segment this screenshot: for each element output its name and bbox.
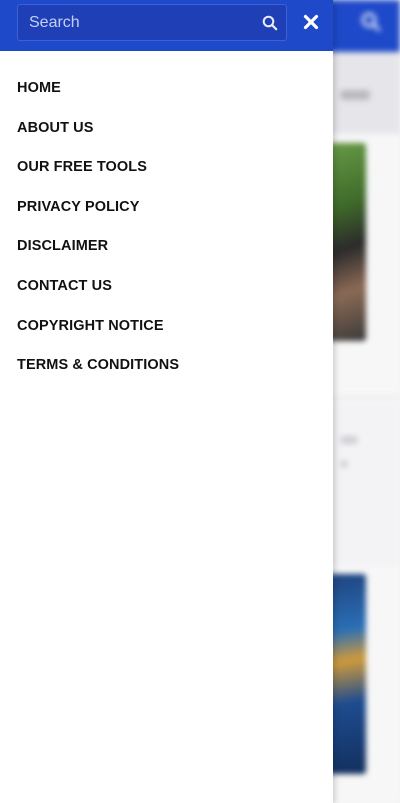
menu-item-label: ABOUT US: [17, 119, 94, 136]
drawer-header: [0, 0, 333, 51]
menu-item-home[interactable]: HOME: [0, 68, 333, 108]
menu-item-label: PRIVACY POLICY: [17, 198, 140, 215]
menu-item-label: COPYRIGHT NOTICE: [17, 317, 164, 334]
menu-item-our-free-tools[interactable]: OUR FREE TOOLS: [0, 147, 333, 187]
menu-item-label: CONTACT US: [17, 277, 112, 294]
search-box: [17, 4, 287, 41]
page: HOME ABOUT US OUR FREE TOOLS PRIVACY POL…: [0, 0, 400, 803]
close-icon[interactable]: [298, 9, 324, 35]
menu-item-terms-conditions[interactable]: TERMS & CONDITIONS: [0, 345, 333, 385]
nav-drawer: HOME ABOUT US OUR FREE TOOLS PRIVACY POL…: [0, 0, 333, 803]
background-text-line: [340, 436, 358, 444]
menu-item-label: HOME: [17, 80, 61, 96]
menu-item-disclaimer[interactable]: DISCLAIMER: [0, 226, 333, 266]
search-icon[interactable]: [258, 11, 282, 35]
background-subbar-text: [340, 90, 370, 100]
menu-item-label: OUR FREE TOOLS: [17, 159, 148, 176]
menu-item-contact-us[interactable]: CONTACT US: [0, 266, 333, 306]
drawer-menu: HOME ABOUT US OUR FREE TOOLS PRIVACY POL…: [0, 68, 333, 385]
search-icon: [361, 12, 381, 32]
menu-item-privacy-policy[interactable]: PRIVACY POLICY: [0, 187, 333, 227]
menu-item-label: DISCLAIMER: [17, 238, 109, 255]
search-input[interactable]: [18, 5, 248, 40]
menu-item-about-us[interactable]: ABOUT US: [0, 108, 333, 148]
menu-item-copyright-notice[interactable]: COPYRIGHT NOTICE: [0, 306, 333, 346]
menu-item-label: TERMS & CONDITIONS: [17, 357, 180, 374]
background-text-line: [340, 460, 348, 468]
